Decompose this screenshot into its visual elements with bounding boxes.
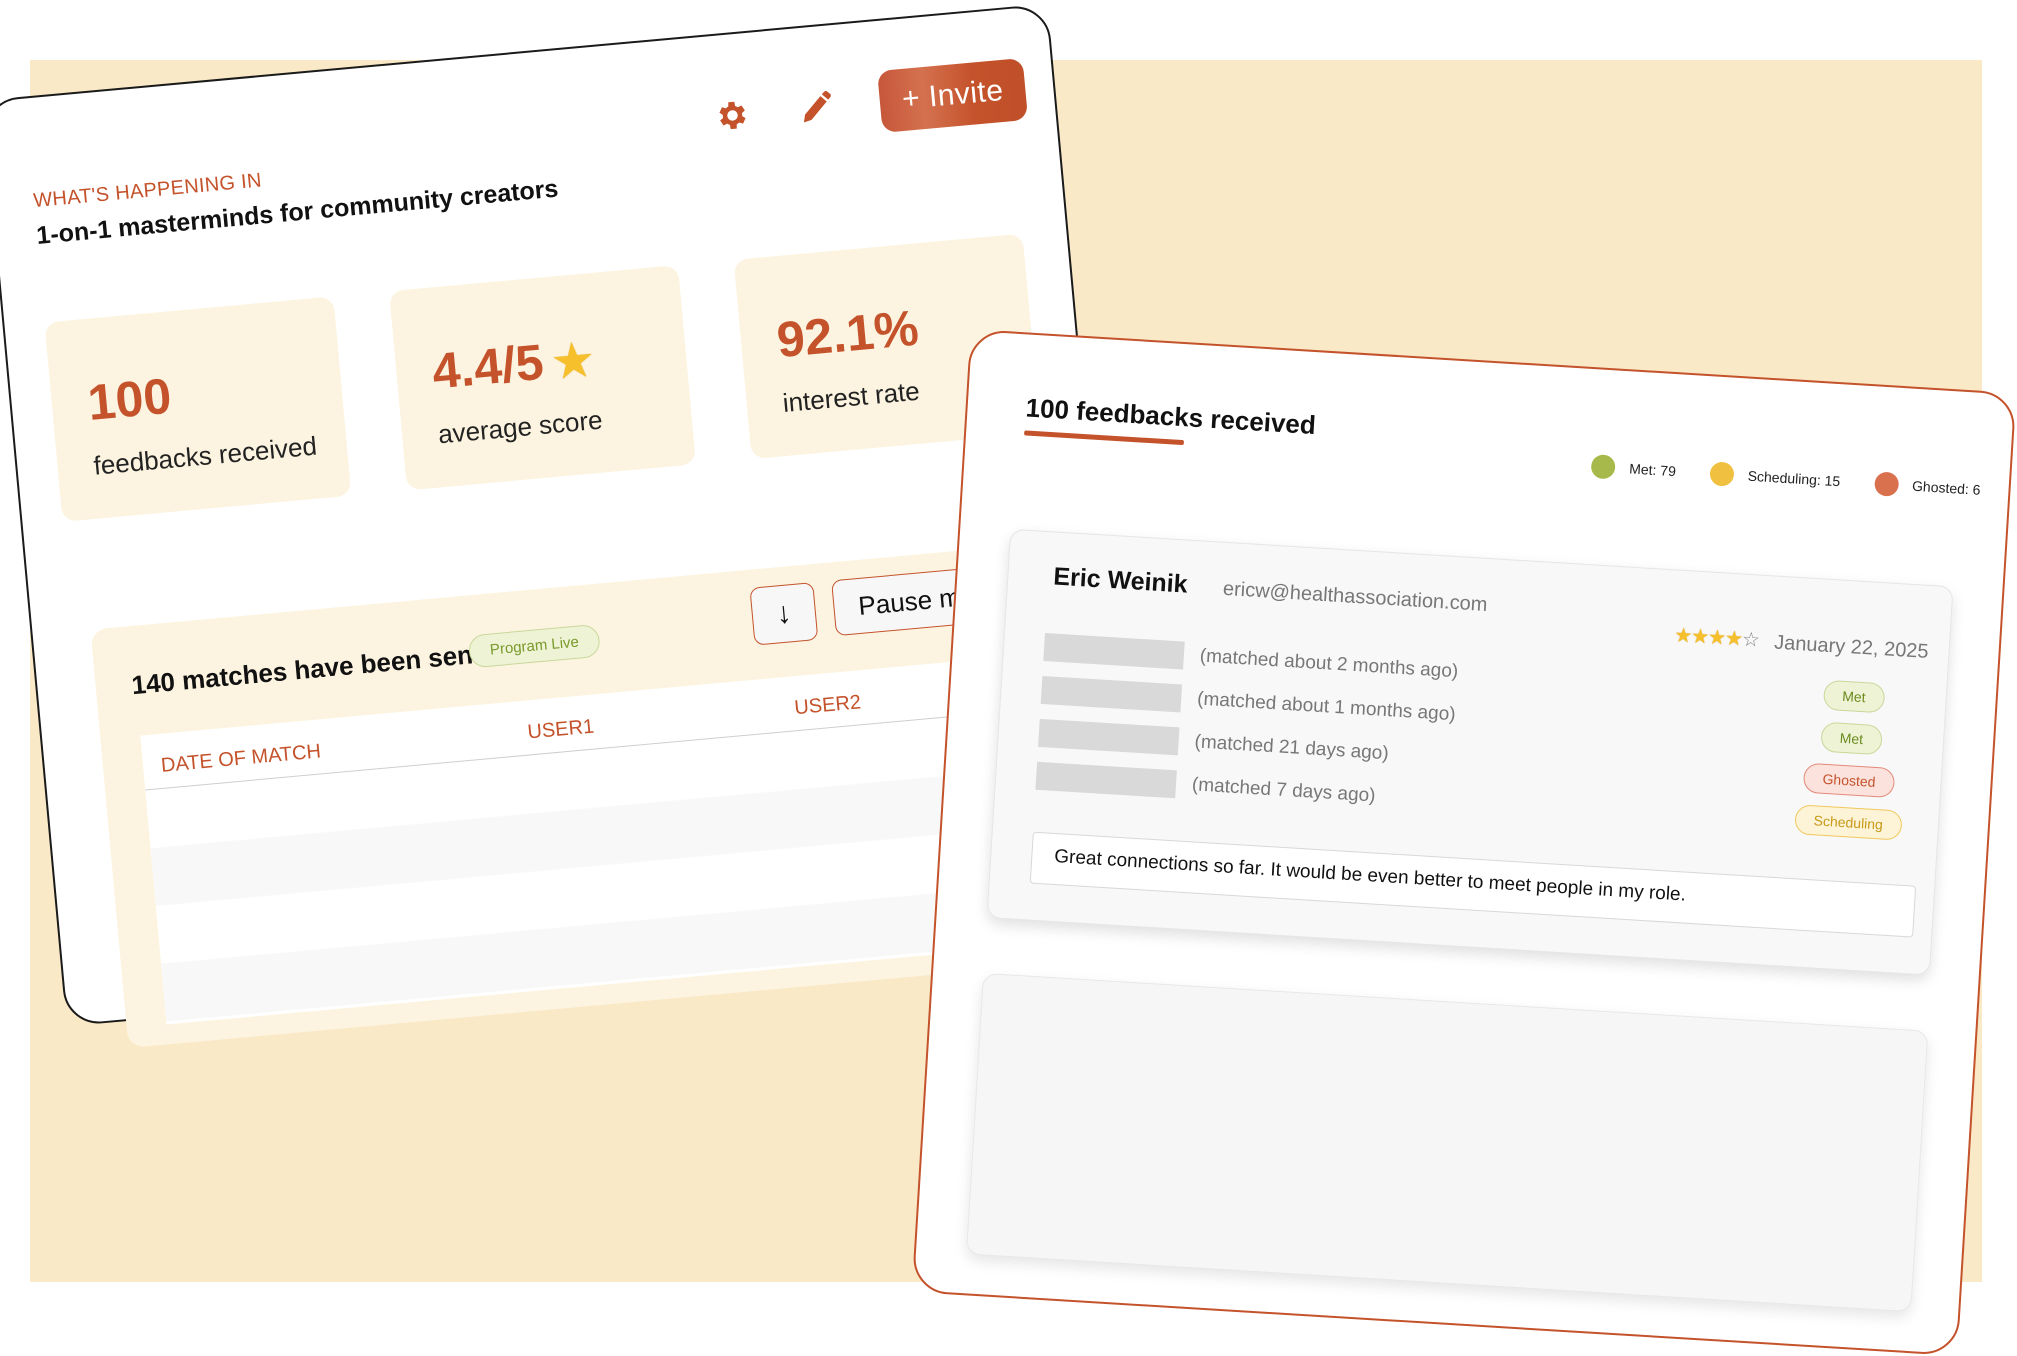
redacted-name bbox=[1038, 718, 1180, 756]
star-icon: ★ bbox=[551, 335, 595, 388]
edit-button[interactable] bbox=[795, 86, 838, 129]
feedback-card: 100 feedbacks received Met: 79 Schedulin… bbox=[911, 328, 2017, 1356]
legend-dot-icon bbox=[1873, 471, 1899, 497]
stat-card-feedbacks: 100 feedbacks received bbox=[44, 296, 352, 522]
stat-label: average score bbox=[436, 404, 604, 450]
legend-dot-icon bbox=[1590, 454, 1617, 480]
status-badge-met: Met bbox=[1819, 721, 1883, 756]
stat-label: feedbacks received bbox=[92, 430, 319, 481]
stat-value: 100 bbox=[85, 367, 174, 431]
status-badge-ghosted: Ghosted bbox=[1802, 762, 1896, 799]
status-badge-scheduling: Scheduling bbox=[1793, 804, 1903, 841]
download-button[interactable]: ↓ bbox=[749, 582, 819, 646]
legend-label: Met: 79 bbox=[1628, 460, 1677, 480]
header-actions: + Invite bbox=[710, 57, 1029, 148]
match-time: (matched about 1 months ago) bbox=[1196, 688, 1457, 726]
stat-value: 4.4/5 bbox=[429, 333, 546, 400]
respondent-name: Eric Weinik bbox=[1052, 562, 1189, 599]
match-time: (matched about 2 months ago) bbox=[1199, 645, 1459, 683]
star-filled-icon: ★★★★ bbox=[1673, 624, 1743, 651]
feedback-entry[interactable]: Eric Weinik ericw@healthassociation.com … bbox=[986, 528, 1954, 976]
star-empty-icon: ☆ bbox=[1741, 628, 1760, 652]
stat-value-wrap: 4.4/5 ★ bbox=[430, 328, 595, 400]
feedback-entry-placeholder bbox=[965, 972, 1929, 1313]
status-legend: Met: 79 Scheduling: 15 Ghosted: 6 bbox=[1590, 454, 1982, 502]
status-badge-met: Met bbox=[1822, 679, 1886, 714]
legend-item-ghosted: Ghosted: 6 bbox=[1873, 471, 1981, 501]
legend-label: Ghosted: 6 bbox=[1911, 477, 1981, 498]
gear-icon bbox=[719, 101, 746, 130]
redacted-name bbox=[1043, 633, 1185, 670]
match-status-list: Met Met Ghosted Scheduling bbox=[1793, 678, 1911, 841]
legend-item-met: Met: 79 bbox=[1590, 454, 1677, 483]
redacted-name bbox=[1035, 761, 1177, 799]
rating-stars: ★★★★☆ bbox=[1674, 622, 1760, 652]
match-history: (matched about 2 months ago) (matched ab… bbox=[1035, 627, 1459, 824]
stat-label: interest rate bbox=[781, 375, 921, 419]
program-status-badge: Program Live bbox=[467, 623, 602, 669]
stats-row: 100 feedbacks received 4.4/5 ★ average sc… bbox=[44, 233, 1041, 522]
match-time: (matched 21 days ago) bbox=[1194, 731, 1390, 765]
title-underline bbox=[1024, 430, 1185, 446]
legend-label: Scheduling: 15 bbox=[1747, 467, 1841, 490]
legend-dot-icon bbox=[1709, 461, 1735, 487]
settings-button[interactable] bbox=[711, 94, 754, 137]
feedback-date: January 22, 2025 bbox=[1773, 631, 1930, 663]
match-time: (matched 7 days ago) bbox=[1191, 774, 1377, 807]
invite-button[interactable]: + Invite bbox=[877, 57, 1029, 133]
matches-title: 140 matches have been sent bbox=[130, 638, 483, 701]
redacted-name bbox=[1040, 675, 1183, 713]
respondent-email: ericw@healthassociation.com bbox=[1222, 577, 1489, 616]
feedback-comment: Great connections so far. It would be ev… bbox=[1029, 831, 1917, 938]
stat-value: 92.1% bbox=[774, 299, 921, 369]
arrow-down-icon: ↓ bbox=[774, 596, 793, 631]
legend-item-scheduling: Scheduling: 15 bbox=[1709, 461, 1841, 493]
stat-card-average-score: 4.4/5 ★ average score bbox=[389, 265, 696, 491]
pencil-icon bbox=[804, 90, 832, 123]
